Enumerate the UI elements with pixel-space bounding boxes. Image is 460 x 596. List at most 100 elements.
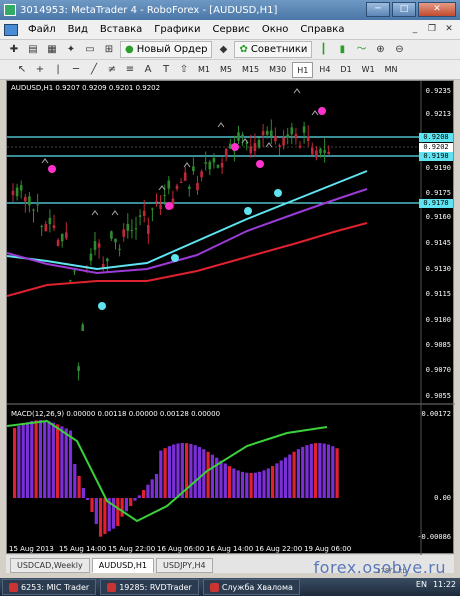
candle-body [32, 209, 35, 211]
expert-advisors-button[interactable]: ✿ Советники [234, 41, 313, 58]
terminal-icon[interactable]: ▭ [82, 42, 98, 58]
macd-histogram-bar [335, 448, 339, 498]
macd-histogram-bar [296, 449, 300, 498]
horizontal-line-icon[interactable]: ─ [68, 62, 84, 78]
label-icon[interactable]: T [158, 62, 174, 78]
timeframe-d1[interactable]: D1 [336, 62, 355, 78]
tab-usdcad-weekly[interactable]: USDCAD,Weekly [10, 558, 90, 573]
candle-body [65, 232, 68, 239]
candle-body [142, 210, 146, 216]
new-order-button[interactable]: ● Новый Ордер [120, 41, 213, 58]
taskbar-item-mic-trader[interactable]: 6253: MIC Trader [2, 579, 97, 595]
bar-chart-icon[interactable]: ┃ [315, 42, 331, 58]
timeframe-w1[interactable]: W1 [358, 62, 379, 78]
menu-file[interactable]: Файл [22, 24, 62, 35]
market-watch-icon[interactable]: ▦ [44, 42, 60, 58]
menu-help[interactable]: Справка [294, 24, 350, 35]
candle-body [40, 226, 43, 228]
language-indicator[interactable]: EN [416, 580, 427, 589]
fractal-arrow-icon [311, 110, 319, 116]
app-icon [9, 582, 18, 592]
timeframe-mn[interactable]: MN [381, 62, 402, 78]
candle-body [274, 135, 277, 142]
macd-histogram-bar [116, 498, 120, 526]
timeframe-m5[interactable]: M5 [216, 62, 236, 78]
candle-body [56, 240, 60, 246]
fractal-arrow-icon [41, 158, 49, 164]
vertical-line-icon[interactable]: | [50, 62, 66, 78]
timeframe-h4[interactable]: H4 [315, 62, 334, 78]
macd-histogram-bar [21, 423, 25, 498]
macd-histogram-bar [133, 498, 137, 501]
maximize-button[interactable]: □ [392, 2, 416, 17]
menu-insert[interactable]: Вставка [94, 24, 148, 35]
cursor-icon[interactable]: ↖ [14, 62, 30, 78]
mdi-minimize-button[interactable]: _ [408, 23, 422, 36]
candle-body [212, 157, 216, 163]
channel-icon[interactable]: ≠ [104, 62, 120, 78]
candle-body [216, 164, 220, 168]
macd-scale-label: 0.00172 [421, 410, 451, 418]
price-label: 0.9190 [425, 164, 451, 172]
price-label: 0.9055 [425, 392, 451, 400]
profiles-icon[interactable]: ▤ [25, 42, 41, 58]
navigator-icon[interactable]: ✦ [63, 42, 79, 58]
fractal-arrow-icon [217, 122, 225, 128]
macd-histogram-bar [111, 498, 116, 529]
candle-body [130, 230, 134, 232]
candle-body [155, 201, 158, 203]
mdi-chart-icon[interactable] [4, 23, 18, 36]
zoom-out-icon[interactable]: ⊖ [391, 42, 407, 58]
macd-info: MACD(12,26,9) 0.00000 0.00118 0.00000 0.… [11, 410, 221, 418]
fibo-icon[interactable]: ≡ [122, 62, 138, 78]
ma-line-medium [7, 188, 368, 275]
price-label: 0.9130 [425, 265, 451, 273]
timeframe-m1[interactable]: M1 [194, 62, 214, 78]
candle-body [265, 130, 269, 135]
trendline-icon[interactable]: ╱ [86, 62, 102, 78]
candle-body [151, 208, 154, 210]
new-chart-icon[interactable]: ✚ [6, 42, 22, 58]
text-icon[interactable]: A [140, 62, 156, 78]
clock[interactable]: 11:22 [433, 580, 456, 589]
taskbar-item-service[interactable]: Служба Хвалома [202, 579, 300, 595]
candlestick-icon[interactable]: ▮ [334, 42, 350, 58]
window-title: 3014953: MetaTrader 4 - RoboForex - [AUD… [20, 4, 278, 16]
macd-histogram-bar [301, 446, 305, 498]
line-chart-icon[interactable]: 〜 [353, 42, 369, 58]
crosshair-icon[interactable]: + [32, 62, 48, 78]
timeframe-m30[interactable]: M30 [265, 62, 290, 78]
macd-histogram-bar [253, 472, 257, 498]
mdi-restore-button[interactable]: ❐ [425, 23, 439, 36]
ma-line-fast [7, 170, 368, 271]
mdi-close-button[interactable]: ✕ [442, 23, 456, 36]
macd-histogram-bar [68, 430, 73, 498]
macd-histogram-bar [163, 448, 167, 498]
timeframe-m15[interactable]: M15 [238, 62, 263, 78]
arrows-icon[interactable]: ⇧ [176, 62, 192, 78]
zoom-in-icon[interactable]: ⊕ [372, 42, 388, 58]
menu-charts[interactable]: Графики [148, 24, 206, 35]
tester-icon[interactable]: ⊞ [101, 42, 117, 58]
candle-body [208, 161, 212, 170]
menu-window[interactable]: Окно [256, 24, 295, 35]
expert-advisors-label: Советники [250, 44, 308, 55]
close-button[interactable]: ✕ [418, 2, 456, 17]
price-chart[interactable] [7, 81, 455, 555]
minimize-button[interactable]: ─ [366, 2, 390, 17]
candle-body [28, 196, 31, 206]
macd-histogram-bar [94, 498, 98, 524]
macd-histogram-bar [326, 444, 331, 498]
date-label: 19 Aug 06:00 [304, 545, 352, 553]
macd-histogram-bar [240, 471, 245, 498]
tab-usdjpy-h4[interactable]: USDJPY,H4 [155, 558, 213, 573]
chart-window[interactable]: AUDUSD,H1 0.9207 0.9209 0.9201 0.9202 MA… [6, 80, 455, 555]
timeframe-h1[interactable]: H1 [292, 61, 314, 78]
candle-body [118, 248, 121, 250]
menu-view[interactable]: Вид [62, 24, 94, 35]
tab-audusd-h1[interactable]: AUDUSD,H1 [91, 558, 154, 573]
metaeditor-icon[interactable]: ◆ [215, 42, 231, 58]
signal-dot [244, 207, 252, 215]
menu-tools[interactable]: Сервис [206, 24, 255, 35]
taskbar-item-rvdtrader[interactable]: 19285: RVDTrader [100, 579, 199, 595]
